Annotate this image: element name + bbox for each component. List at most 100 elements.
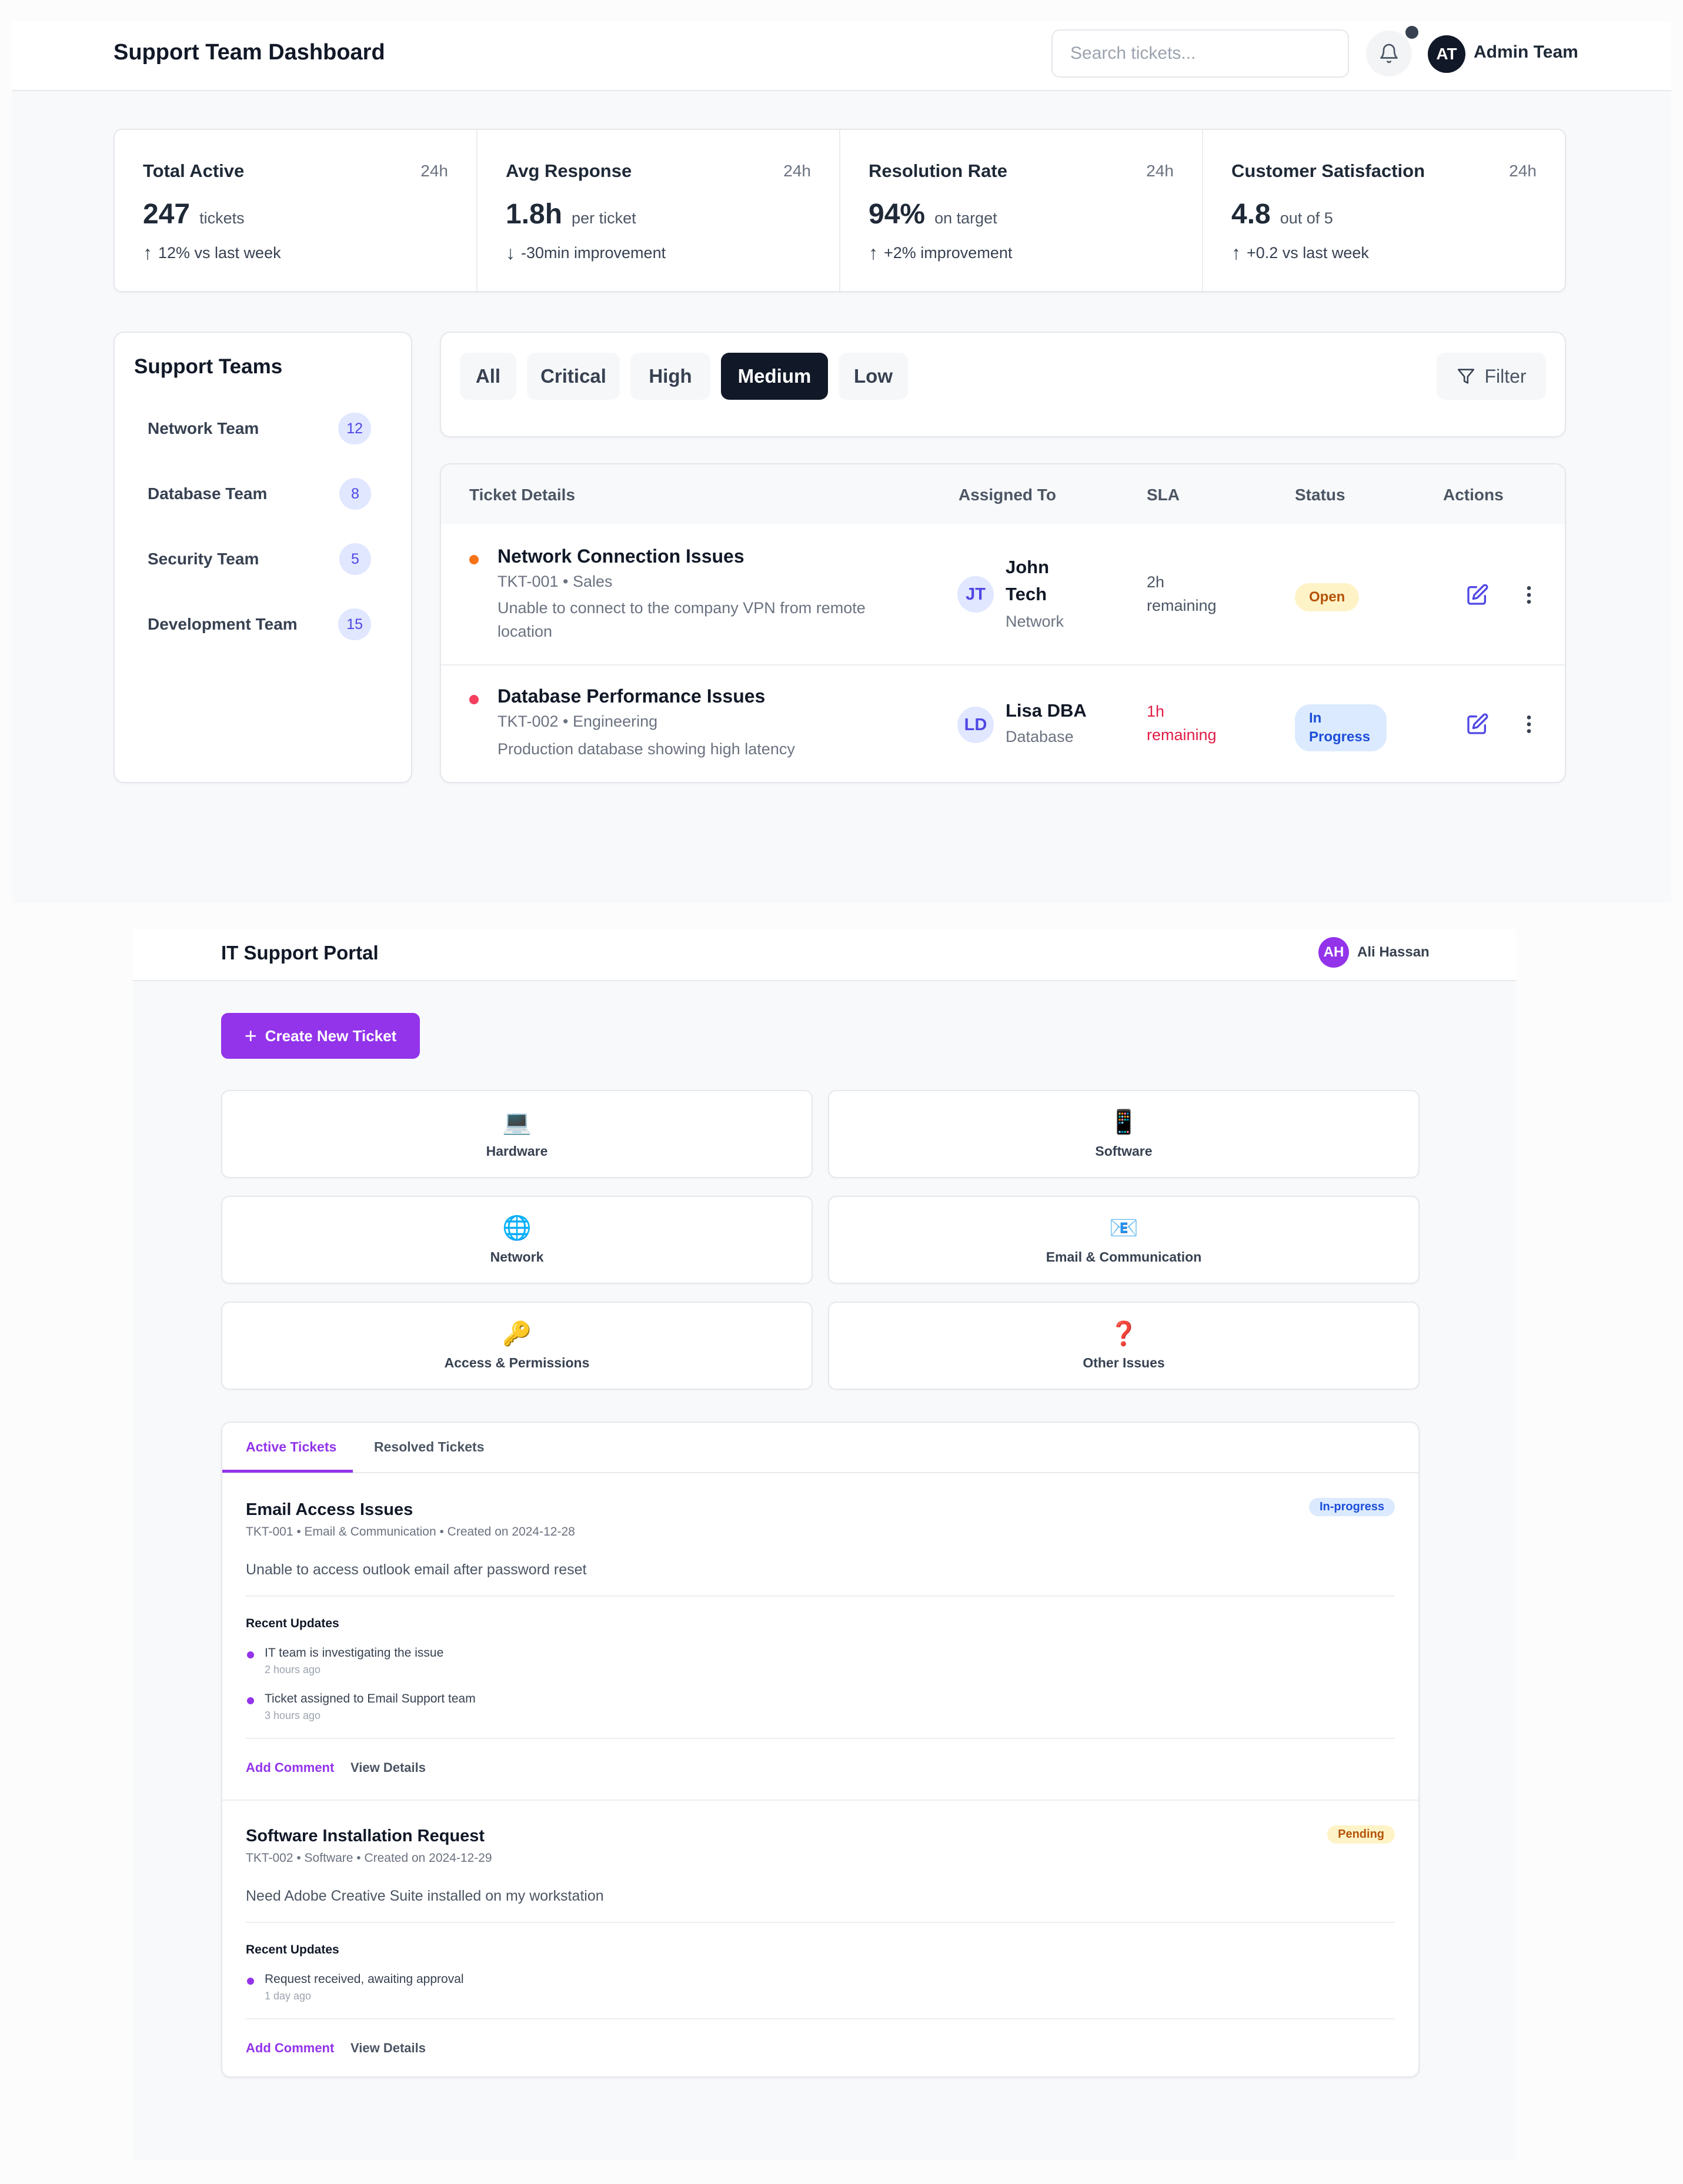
email-icon: 📧 [1109, 1214, 1138, 1242]
mobile-app-icon: 📱 [1109, 1108, 1138, 1136]
bell-icon [1380, 44, 1398, 63]
update-bullet [247, 1697, 254, 1704]
category-card-network[interactable]: 🌐 Network [221, 1196, 813, 1284]
filter-button[interactable]: Filter [1437, 353, 1546, 400]
more-vertical-icon[interactable] [1517, 713, 1541, 736]
page-title: Support Team Dashboard [113, 40, 385, 65]
assignee-name: John Tech [1006, 557, 1050, 604]
user-avatar[interactable]: AT [1428, 35, 1465, 73]
more-vertical-icon[interactable] [1517, 583, 1541, 607]
create-new-ticket-button[interactable]: + Create New Ticket [221, 1013, 420, 1059]
category-card-email[interactable]: 📧 Email & Communication [828, 1196, 1420, 1284]
user-avatar[interactable]: AH [1318, 937, 1349, 968]
category-label: Other Issues [1083, 1354, 1165, 1370]
column-header: Ticket Details [469, 486, 576, 504]
support-dashboard-panel: Support Team Dashboard AT Admin Team Tot… [12, 21, 1671, 903]
team-item-network[interactable]: Network Team 12 [129, 402, 388, 455]
sla-remaining: 1h remaining [1147, 703, 1217, 744]
ticket-tabs: Active Tickets Resolved Tickets [222, 1423, 1418, 1473]
table-row[interactable]: Database Performance Issues TKT-002 • En… [441, 664, 1565, 782]
category-label: Access & Permissions [444, 1354, 590, 1370]
filter-chip-high[interactable]: High [630, 353, 710, 400]
stat-period: 24h [420, 162, 448, 180]
filter-chip-critical[interactable]: Critical [527, 353, 620, 400]
status-badge: Open [1295, 583, 1360, 611]
filter-chip-medium[interactable]: Medium [721, 353, 828, 400]
ticket-description: Unable to connect to the company VPN fro… [497, 599, 866, 640]
divider [246, 2018, 1395, 2019]
column-header: Assigned To [959, 486, 1056, 504]
add-comment-link[interactable]: Add Comment [246, 2041, 334, 2056]
category-card-hardware[interactable]: 💻 Hardware [221, 1090, 813, 1178]
update-time: 1 day ago [265, 1990, 312, 2002]
tickets-table: Ticket Details Assigned To SLA Status Ac… [440, 463, 1566, 783]
divider [246, 1738, 1395, 1739]
ticket-title[interactable]: Database Performance Issues [497, 685, 765, 707]
update-bullet [247, 1978, 254, 1985]
sla-remaining: 2h remaining [1147, 573, 1217, 614]
stat-unit: per ticket [572, 209, 636, 227]
table-row[interactable]: Network Connection Issues TKT-001 • Sale… [441, 524, 1565, 664]
tab-resolved-tickets[interactable]: Resolved Tickets [374, 1439, 485, 1455]
stat-trend: +0.2 vs last week [1247, 243, 1369, 262]
stat-period: 24h [1509, 162, 1537, 180]
team-name: Security Team [148, 550, 259, 568]
user-name[interactable]: Ali Hassan [1357, 944, 1430, 961]
portal-header: IT Support Portal AH Ali Hassan [133, 929, 1516, 981]
search-input[interactable] [1051, 29, 1349, 78]
stats-bar: Total Active 24h 247 tickets ↑ 12% vs las… [113, 129, 1566, 292]
notification-badge [1405, 26, 1418, 39]
arrow-up-icon: ↑ [869, 242, 878, 263]
stat-period: 24h [1146, 162, 1174, 180]
stat-card-total-active: Total Active 24h 247 tickets ↑ 12% vs las… [115, 130, 477, 291]
assignee-team: Network [1006, 613, 1064, 630]
it-support-portal-panel: IT Support Portal AH Ali Hassan + Create… [133, 929, 1516, 2160]
dashboard-header: Support Team Dashboard AT Admin Team [12, 21, 1671, 91]
stat-trend: 12% vs last week [158, 243, 281, 262]
update-text: Request received, awaiting approval [265, 1972, 464, 1986]
category-label: Network [490, 1249, 544, 1265]
category-card-access[interactable]: 🔑 Access & Permissions [221, 1302, 813, 1390]
filter-chip-all[interactable]: All [460, 353, 516, 400]
question-icon: ❓ [1109, 1320, 1138, 1347]
ticket-card: Email Access Issues TKT-001 • Email & Co… [222, 1473, 1418, 1800]
view-details-link[interactable]: View Details [350, 2041, 426, 2056]
category-label: Hardware [486, 1143, 548, 1159]
filter-label: Filter [1484, 365, 1527, 387]
my-tickets-panel: Active Tickets Resolved Tickets Email Ac… [221, 1422, 1420, 2078]
assignee-avatar: JT [957, 576, 994, 613]
category-label: Software [1095, 1143, 1153, 1159]
team-count-badge: 15 [338, 608, 371, 640]
team-count-badge: 8 [339, 478, 371, 510]
recent-updates-heading: Recent Updates [246, 1617, 339, 1630]
add-comment-link[interactable]: Add Comment [246, 1760, 334, 1775]
stat-unit: out of 5 [1280, 209, 1333, 227]
notifications-button[interactable] [1366, 31, 1412, 76]
edit-icon[interactable] [1465, 713, 1489, 736]
stat-trend: +2% improvement [884, 243, 1013, 262]
user-name[interactable]: Admin Team [1474, 42, 1578, 62]
support-teams-panel: Support Teams Network Team 12 Database T… [113, 332, 412, 783]
stat-value: 1.8h [506, 199, 563, 230]
update-bullet [247, 1651, 254, 1658]
category-card-other[interactable]: ❓ Other Issues [828, 1302, 1420, 1390]
view-details-link[interactable]: View Details [350, 1760, 426, 1775]
stat-card-avg-response: Avg Response 24h 1.8h per ticket ↓ -30min… [477, 130, 840, 291]
assignee-name: Lisa DBA [1006, 700, 1087, 721]
update-text: Ticket assigned to Email Support team [265, 1692, 476, 1705]
stat-value: 247 [143, 199, 191, 230]
arrow-down-icon: ↓ [506, 242, 515, 263]
team-item-database[interactable]: Database Team 8 [129, 467, 388, 520]
filter-chip-low[interactable]: Low [839, 353, 908, 400]
team-item-security[interactable]: Security Team 5 [129, 533, 388, 586]
ticket-description: Need Adobe Creative Suite installed on m… [246, 1888, 604, 1904]
tab-active-tickets[interactable]: Active Tickets [246, 1439, 336, 1455]
team-name: Database Team [148, 484, 268, 503]
ticket-title[interactable]: Network Connection Issues [497, 546, 744, 567]
team-item-development[interactable]: Development Team 15 [129, 598, 388, 651]
status-badge: Pending [1327, 1825, 1395, 1844]
ticket-title[interactable]: Email Access Issues [246, 1500, 413, 1520]
category-card-software[interactable]: 📱 Software [828, 1090, 1420, 1178]
edit-icon[interactable] [1465, 583, 1489, 607]
ticket-title[interactable]: Software Installation Request [246, 1827, 485, 1846]
